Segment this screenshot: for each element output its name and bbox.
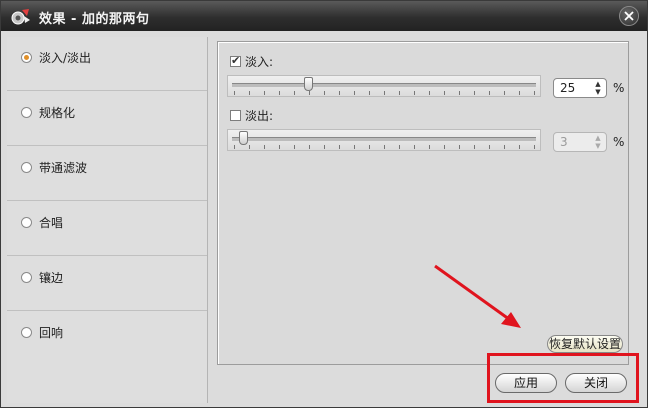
slider-tick xyxy=(279,91,280,95)
fade-out-value: 3 xyxy=(560,135,568,149)
sidebar-item-label: 规格化 xyxy=(39,106,76,120)
slider-tick xyxy=(474,145,475,149)
slider-tick xyxy=(354,145,355,149)
slider-track xyxy=(232,83,536,87)
sidebar-item-chorus[interactable]: 合唱 xyxy=(7,202,207,256)
slider-tick xyxy=(249,91,250,95)
slider-tick xyxy=(264,145,265,149)
slider-tick xyxy=(324,91,325,95)
slider-tick xyxy=(324,145,325,149)
effects-dialog: 效果 - 加的那两句 淡入/淡出 规格化 带通滤波 合唱 镶边 回响 ✔ 淡入:… xyxy=(0,0,648,408)
fade-in-value: 25 xyxy=(560,81,576,95)
window-title: 效果 - 加的那两句 xyxy=(39,12,150,27)
reset-defaults-button[interactable]: 恢复默认设置 xyxy=(547,335,623,353)
slider-tick xyxy=(309,145,310,149)
sidebar-item-label: 带通滤波 xyxy=(39,161,88,175)
slider-tick xyxy=(294,145,295,149)
slider-tick xyxy=(264,91,265,95)
sidebar-item-normalize[interactable]: 规格化 xyxy=(7,92,207,146)
spinner-arrows-icon[interactable]: ▲ ▼ xyxy=(593,134,603,150)
slider-tick xyxy=(369,91,370,95)
fade-in-label: 淡入: xyxy=(245,55,274,69)
sidebar-item-flanger[interactable]: 镶边 xyxy=(7,257,207,311)
close-window-button[interactable] xyxy=(619,6,639,26)
sidebar-item-label: 淡入/淡出 xyxy=(39,51,92,65)
slider-tick xyxy=(384,145,385,149)
slider-tick xyxy=(339,145,340,149)
sidebar-item-label: 合唱 xyxy=(39,216,64,230)
slider-tick xyxy=(399,145,400,149)
fade-in-unit: % xyxy=(613,81,625,95)
slider-tick xyxy=(234,145,235,149)
fade-out-label: 淡出: xyxy=(245,109,274,123)
apply-button[interactable]: 应用 xyxy=(495,373,557,393)
annotation-arrow xyxy=(434,264,521,328)
close-icon xyxy=(624,11,634,21)
slider-tick xyxy=(474,91,475,95)
spinner-arrows-icon[interactable]: ▲ ▼ xyxy=(593,80,603,96)
slider-tick xyxy=(309,91,310,95)
slider-tick xyxy=(339,91,340,95)
slider-tick xyxy=(444,91,445,95)
slider-thumb[interactable] xyxy=(304,77,313,91)
radio-chorus[interactable] xyxy=(21,217,32,228)
slider-tick xyxy=(534,145,535,149)
slider-tick xyxy=(444,145,445,149)
sidebar-item-label: 镶边 xyxy=(39,271,64,285)
fade-out-unit: % xyxy=(613,135,625,149)
close-button[interactable]: 关闭 xyxy=(565,373,627,393)
slider-tick xyxy=(294,91,295,95)
slider-tick xyxy=(489,91,490,95)
slider-tick xyxy=(534,91,535,95)
slider-tick xyxy=(489,145,490,149)
sidebar-item-bandpass[interactable]: 带通滤波 xyxy=(7,147,207,201)
radio-bandpass[interactable] xyxy=(21,162,32,173)
slider-tick xyxy=(429,145,430,149)
slider-tick xyxy=(369,145,370,149)
slider-tick xyxy=(384,91,385,95)
slider-tick xyxy=(504,91,505,95)
radio-fade[interactable] xyxy=(21,52,32,63)
title-bar[interactable]: 效果 - 加的那两句 xyxy=(1,1,647,31)
slider-tick xyxy=(459,91,460,95)
slider-tick xyxy=(429,91,430,95)
slider-tick xyxy=(354,91,355,95)
check-icon: ✔ xyxy=(231,54,241,67)
fade-out-checkbox[interactable] xyxy=(230,110,241,121)
slider-thumb[interactable] xyxy=(239,131,248,145)
sidebar-item-label: 回响 xyxy=(39,326,64,340)
fade-out-spinner[interactable]: 3 ▲ ▼ xyxy=(553,132,607,152)
slider-tick xyxy=(279,145,280,149)
slider-tick xyxy=(234,91,235,95)
radio-normalize[interactable] xyxy=(21,107,32,118)
fade-out-slider[interactable] xyxy=(227,129,541,151)
slider-tick xyxy=(459,145,460,149)
slider-tick xyxy=(504,145,505,149)
slider-track xyxy=(232,137,536,141)
fade-in-spinner[interactable]: 25 ▲ ▼ xyxy=(553,78,607,98)
slider-tick xyxy=(519,91,520,95)
slider-tick xyxy=(414,91,415,95)
slider-tick xyxy=(249,145,250,149)
fade-in-checkbox[interactable]: ✔ xyxy=(230,54,241,67)
slider-tick xyxy=(519,145,520,149)
slider-tick xyxy=(399,91,400,95)
radio-flanger[interactable] xyxy=(21,272,32,283)
app-logo-icon xyxy=(10,6,32,28)
fade-in-slider[interactable] xyxy=(227,75,541,97)
sidebar-item-reverb[interactable]: 回响 xyxy=(7,312,207,366)
effects-sidebar: 淡入/淡出 规格化 带通滤波 合唱 镶边 回响 xyxy=(7,37,208,403)
slider-tick xyxy=(414,145,415,149)
sidebar-item-fade[interactable]: 淡入/淡出 xyxy=(7,37,207,91)
radio-reverb[interactable] xyxy=(21,327,32,338)
